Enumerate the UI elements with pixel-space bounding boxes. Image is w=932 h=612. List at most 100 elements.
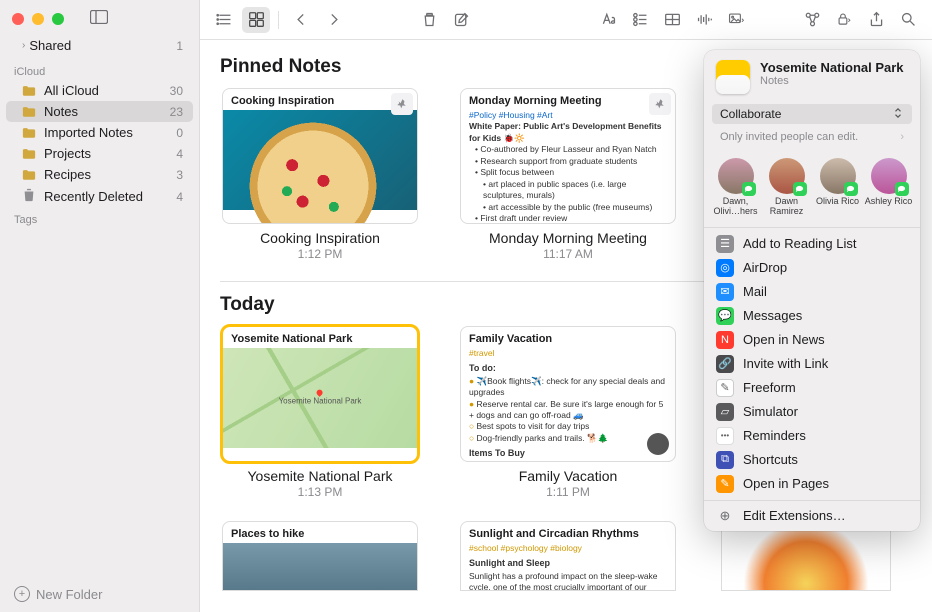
messages-badge-icon (844, 182, 858, 196)
shared-avatar-icon (647, 433, 669, 455)
share-person[interactable]: Ashley Rico (865, 158, 913, 217)
trash-icon (22, 188, 38, 205)
grid-view-button[interactable] (242, 7, 270, 33)
card-caption: Family Vacation (519, 468, 618, 484)
share-action-pages[interactable]: ✎Open in Pages (704, 472, 920, 496)
toolbar (200, 0, 932, 40)
link-button[interactable] (798, 7, 826, 33)
share-action-reminders[interactable]: •••Reminders (704, 424, 920, 448)
extensions-icon: ⊕ (716, 508, 734, 524)
card-time: 1:12 PM (298, 247, 343, 261)
avatar-icon (871, 158, 907, 194)
folder-icon (22, 147, 38, 161)
note-card-family-vacation[interactable]: Family Vacation #travel To do: ✈️Book fl… (460, 326, 676, 462)
audio-button[interactable] (690, 7, 718, 33)
share-person[interactable]: Olivia Rico (814, 158, 862, 217)
share-permissions-row[interactable]: Only invited people can edit. › (712, 128, 912, 146)
table-button[interactable] (658, 7, 686, 33)
messages-badge-icon (895, 182, 909, 196)
share-action-invite-link[interactable]: 🔗Invite with Link (704, 352, 920, 376)
plus-circle-icon: + (14, 586, 30, 602)
card-thumbnail (223, 110, 417, 210)
sidebar-item-count: 3 (176, 168, 183, 182)
sidebar-item-label: All iCloud (44, 83, 99, 98)
share-action-reading-list[interactable]: ☰Add to Reading List (704, 232, 920, 256)
share-action-freeform[interactable]: ✎Freeform (704, 376, 920, 400)
share-person[interactable]: Dawn Ramirez (763, 158, 811, 217)
format-button[interactable] (594, 7, 622, 33)
share-action-news[interactable]: NOpen in News (704, 328, 920, 352)
sidebar-section-icloud: iCloud (0, 60, 199, 80)
list-view-button[interactable] (210, 7, 238, 33)
new-folder-button[interactable]: + New Folder (0, 576, 199, 612)
minimize-window-button[interactable] (32, 13, 44, 25)
share-action-simulator[interactable]: ▱Simulator (704, 400, 920, 424)
sidebar-item-recipes[interactable]: Recipes 3 (6, 164, 193, 185)
share-mode-selector[interactable]: Collaborate (712, 104, 912, 124)
avatar-icon (769, 158, 805, 194)
card-map-thumbnail: Yosemite National Park (223, 348, 417, 448)
zoom-window-button[interactable] (52, 13, 64, 25)
sidebar-item-shared[interactable]: › Shared 1 (6, 35, 193, 56)
sidebar-item-all-icloud[interactable]: All iCloud 30 (6, 80, 193, 101)
card-title: Cooking Inspiration (223, 89, 417, 110)
sidebar-item-label: Recipes (44, 167, 91, 182)
note-card-cooking[interactable]: Cooking Inspiration (222, 88, 418, 224)
avatar-icon (718, 158, 754, 194)
checklist-button[interactable] (626, 7, 654, 33)
updown-icon (892, 107, 904, 121)
card-preview: #school #psychology #biology Sunlight an… (461, 543, 675, 591)
share-person[interactable]: Dawn, Olivi…hers (712, 158, 760, 217)
note-card-sunlight[interactable]: Sunlight and Circadian Rhythms #school #… (460, 521, 676, 591)
new-folder-label: New Folder (36, 587, 102, 602)
forward-button[interactable] (319, 7, 347, 33)
sidebar-item-label: Shared (29, 38, 71, 53)
card-title: Places to hike (223, 522, 417, 543)
sidebar-item-count: 0 (176, 126, 183, 140)
popover-title: Yosemite National Park (760, 60, 904, 75)
folder-icon (22, 126, 38, 140)
popover-subtitle: Notes (760, 75, 904, 87)
card-caption: Cooking Inspiration (260, 230, 380, 246)
new-note-button[interactable] (447, 7, 475, 33)
share-button[interactable] (862, 7, 890, 33)
sidebar-item-count: 23 (170, 105, 183, 119)
chevron-icon: › (22, 40, 25, 51)
sidebar-item-imported[interactable]: Imported Notes 0 (6, 122, 193, 143)
share-action-mail[interactable]: ✉Mail (704, 280, 920, 304)
share-actions-list: ☰Add to Reading List ◎AirDrop ✉Mail 💬Mes… (704, 228, 920, 500)
folder-icon (22, 84, 38, 98)
card-time: 1:11 PM (546, 485, 590, 499)
close-window-button[interactable] (12, 13, 24, 25)
note-card-monday-meeting[interactable]: Monday Morning Meeting #Policy #Housing … (460, 88, 676, 224)
card-title: Yosemite National Park (223, 327, 417, 348)
sidebar-section-tags: Tags (0, 208, 199, 228)
toggle-sidebar-button[interactable] (90, 10, 108, 27)
card-preview: #travel To do: ✈️Book flights✈️: check f… (461, 348, 675, 462)
sidebar-item-label: Recently Deleted (44, 189, 143, 204)
search-button[interactable] (894, 7, 922, 33)
delete-button[interactable] (415, 7, 443, 33)
share-edit-extensions[interactable]: ⊕Edit Extensions… (704, 505, 920, 527)
note-card-places-to-hike[interactable]: Places to hike (222, 521, 418, 591)
lock-button[interactable] (830, 7, 858, 33)
readinglist-icon: ☰ (716, 235, 734, 253)
share-action-airdrop[interactable]: ◎AirDrop (704, 256, 920, 280)
sidebar-item-projects[interactable]: Projects 4 (6, 143, 193, 164)
note-card-yosemite[interactable]: Yosemite National Park Yosemite National… (222, 326, 418, 462)
card-time: 1:13 PM (298, 485, 343, 499)
back-button[interactable] (287, 7, 315, 33)
sidebar-item-count: 4 (176, 190, 183, 204)
pin-icon (391, 93, 413, 115)
note-card-supernovae[interactable] (721, 521, 891, 591)
card-title: Family Vacation (461, 327, 675, 348)
share-action-shortcuts[interactable]: ⧉Shortcuts (704, 448, 920, 472)
mail-icon: ✉ (716, 283, 734, 301)
sidebar-item-recently-deleted[interactable]: Recently Deleted 4 (6, 185, 193, 208)
sidebar-item-notes[interactable]: Notes 23 (6, 101, 193, 122)
news-icon: N (716, 331, 734, 349)
sidebar-item-count: 30 (170, 84, 183, 98)
share-action-messages[interactable]: 💬Messages (704, 304, 920, 328)
media-button[interactable] (722, 7, 750, 33)
airdrop-icon: ◎ (716, 259, 734, 277)
